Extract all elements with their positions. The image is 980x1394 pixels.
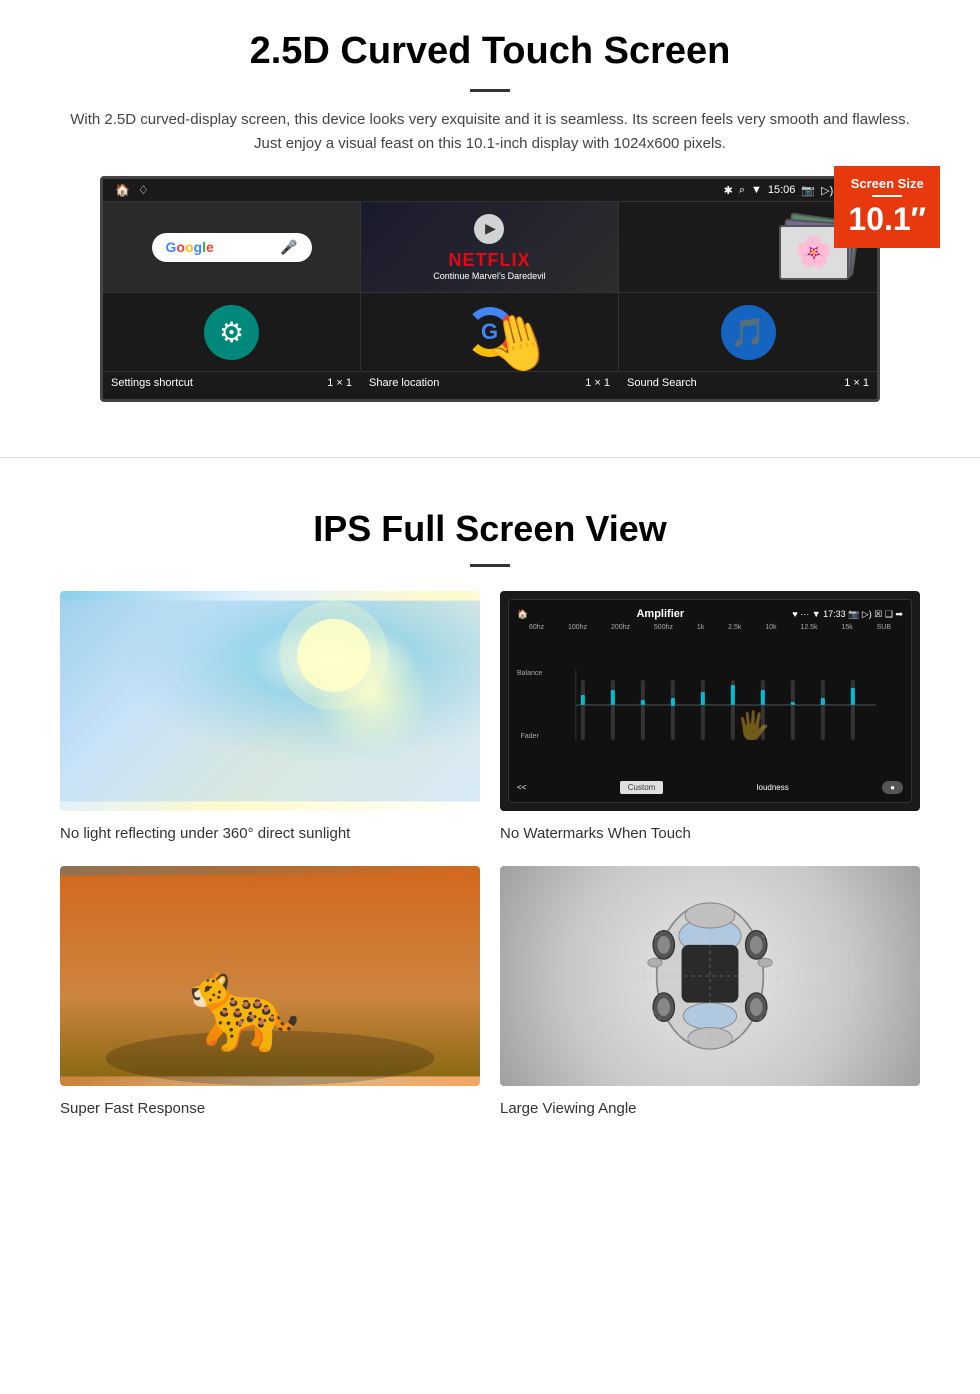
- amp-home-icon: 🏠: [517, 609, 528, 620]
- amp-title: Amplifier: [636, 608, 684, 620]
- app-cell-netflix[interactable]: ▶ NETFLIX Continue Marvel’s Daredevil Ne…: [361, 202, 619, 292]
- volume-icon: ▷): [821, 184, 833, 197]
- app-cell-google[interactable]: Google 🎤 Google 3 × 1: [103, 202, 361, 292]
- settings-size: 1 × 1: [327, 377, 352, 389]
- amp-y-labels: Balance Fader: [517, 670, 542, 740]
- feature-cheetah-caption: Super Fast Response: [60, 1096, 480, 1121]
- amplifier-image: 🏠 Amplifier ♥ ··· ▼ 17:33 📷 ▷) ☒ ❑ ➡ 60h…: [500, 591, 920, 811]
- feature-cheetah: 🐆 Super Fast Response: [60, 866, 480, 1121]
- sound-app-label: Sound Search 1 × 1: [619, 371, 877, 394]
- amp-custom-btn[interactable]: Custom: [620, 781, 664, 794]
- section1-title: 2.5D Curved Touch Screen: [60, 30, 920, 73]
- share-size: 1 × 1: [585, 377, 610, 389]
- feature-car-caption: Large Viewing Angle: [500, 1096, 920, 1121]
- netflix-thumbnail: ▶ NETFLIX Continue Marvel’s Daredevil: [361, 202, 618, 292]
- amp-eq-bars: 🖐: [548, 670, 903, 740]
- settings-icon-circle: ⚙: [204, 305, 259, 360]
- settings-app-label: Settings shortcut 1 × 1: [103, 371, 360, 394]
- section1-description: With 2.5D curved-display screen, this de…: [60, 108, 920, 156]
- amp-freq-labels: 60hz100hz200hz500hz1k2.5k10k12.5k15kSUB: [517, 624, 903, 631]
- amp-back-icon: <<: [517, 783, 526, 792]
- share-name: Share location: [369, 377, 439, 389]
- feature-car: Large Viewing Angle: [500, 866, 920, 1121]
- home-icon: 🏠: [115, 183, 130, 197]
- screen-size-badge: Screen Size 10.1″: [834, 166, 940, 248]
- sun-glow: [312, 635, 432, 755]
- feature-sunlight: No light reflecting under 360° direct su…: [60, 591, 480, 846]
- status-bar: 🏠 ♢ ✱ ⌕ ▼ 15:06 📷 ▷) ☒ ❑: [103, 179, 877, 201]
- netflix-logo: NETFLIX: [433, 250, 545, 271]
- device-screen: 🏠 ♢ ✱ ⌕ ▼ 15:06 📷 ▷) ☒ ❑: [100, 176, 880, 402]
- feature-grid: No light reflecting under 360° direct su…: [60, 591, 920, 1121]
- sound-icon-circle: 🎵: [721, 305, 776, 360]
- location-icon: ⌕: [739, 184, 745, 197]
- netflix-content: ▶ NETFLIX Continue Marvel’s Daredevil: [433, 214, 545, 281]
- flower-icon: 🌸: [795, 235, 832, 270]
- google-search-bar[interactable]: Google 🎤: [152, 233, 312, 262]
- sound-size: 1 × 1: [844, 377, 869, 389]
- title-underline: [470, 89, 510, 92]
- section-ips: IPS Full Screen View: [0, 488, 980, 1151]
- section2-underline: [470, 564, 510, 567]
- device-mockup: Screen Size 10.1″ 🏠 ♢ ✱ ⌕ ▼ 15:06 📷 ▷) ☒: [100, 176, 880, 402]
- amp-label-fader: Fader: [517, 733, 542, 740]
- netflix-subtitle: Continue Marvel’s Daredevil: [433, 271, 545, 281]
- sound-thumbnail: 🎵: [619, 293, 877, 371]
- google-thumbnail: Google 🎤: [103, 202, 360, 292]
- section-divider: [0, 457, 980, 458]
- screen-size-value: 10.1″: [848, 201, 926, 238]
- time-display: 15:06: [768, 184, 796, 196]
- mic-icon: 🎤: [280, 239, 297, 256]
- feature-sunlight-caption: No light reflecting under 360° direct su…: [60, 821, 480, 846]
- netflix-play-icon: ▶: [474, 214, 504, 244]
- amp-loudness-label: loudness: [757, 783, 789, 792]
- cheetah-image: 🐆: [60, 866, 480, 1086]
- svg-text:🐆: 🐆: [188, 953, 302, 1055]
- screen-size-label: Screen Size: [848, 176, 926, 191]
- app-grid-row2: ⚙ ⚙ Settings shortcut 1 × 1 G: [103, 292, 877, 371]
- app-cell-sound[interactable]: 🎵 Sound Search 1 × 1: [619, 293, 877, 371]
- app-cell-settings[interactable]: ⚙ ⚙ Settings shortcut 1 × 1: [103, 293, 361, 371]
- amp-loudness-toggle[interactable]: ●: [882, 781, 903, 794]
- app-cell-share[interactable]: G 🤚 Share location 1 × 1: [361, 293, 619, 371]
- feature-amplifier-caption: No Watermarks When Touch: [500, 821, 920, 846]
- app-grid-row1: Google 🎤 Google 3 × 1: [103, 201, 877, 292]
- car-top-svg: [620, 896, 800, 1056]
- google-logo: Google: [166, 239, 214, 255]
- share-thumbnail: G 🤚: [361, 293, 618, 371]
- settings-name: Settings shortcut: [111, 377, 193, 389]
- amp-bottom-controls: << Custom loudness ●: [517, 781, 903, 794]
- music-note-icon: 🎵: [731, 316, 766, 349]
- share-app-label: Share location 1 × 1: [361, 371, 618, 394]
- status-bar-left: 🏠 ♢: [115, 183, 149, 197]
- sound-name: Sound Search: [627, 377, 697, 389]
- settings-gear-icon: ⚙: [219, 316, 244, 349]
- camera-icon: 📷: [801, 184, 815, 197]
- amp-bars-container: Balance Fader: [517, 633, 903, 777]
- bluetooth-icon: ✱: [724, 184, 733, 197]
- amp-eq-svg: 🖐: [549, 670, 903, 740]
- amp-label-balance: Balance: [517, 670, 542, 677]
- settings-thumbnail: ⚙ ⚙: [103, 293, 360, 371]
- cheetah-svg: 🐆: [60, 866, 480, 1086]
- amp-status: ♥ ··· ▼ 17:33 📷 ▷) ☒ ❑ ➡: [792, 609, 903, 620]
- svg-text:🖐: 🖐: [736, 708, 771, 740]
- badge-underline: [872, 195, 902, 197]
- usb-icon: ♢: [138, 183, 149, 197]
- g-logo-wrap: G 🤚: [465, 307, 515, 357]
- section2-title: IPS Full Screen View: [60, 508, 920, 550]
- car-image: [500, 866, 920, 1086]
- feature-amplifier: 🏠 Amplifier ♥ ··· ▼ 17:33 📷 ▷) ☒ ❑ ➡ 60h…: [500, 591, 920, 846]
- sunlight-image: [60, 591, 480, 811]
- section-curved-screen: 2.5D Curved Touch Screen With 2.5D curve…: [0, 0, 980, 427]
- wifi-icon: ▼: [751, 184, 762, 196]
